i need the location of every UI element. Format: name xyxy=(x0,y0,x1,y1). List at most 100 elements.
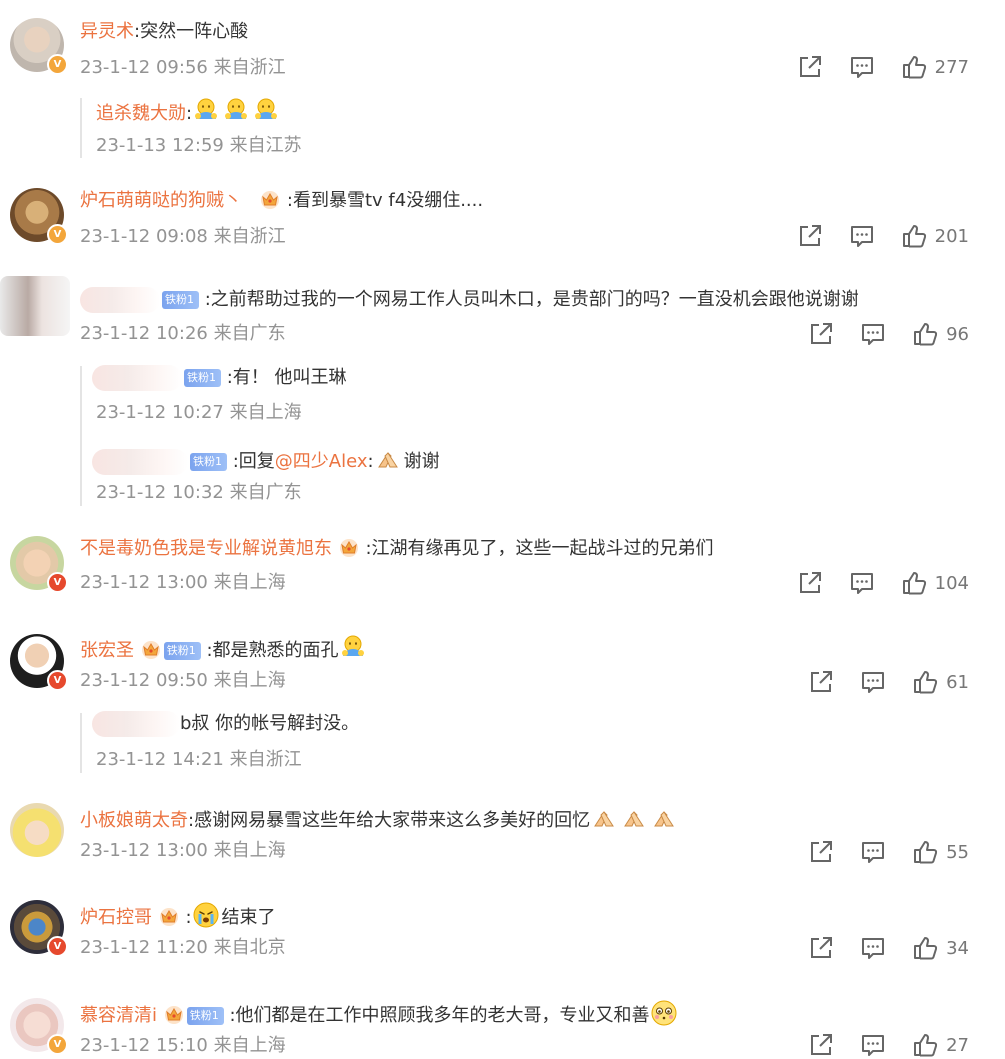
like-count: 61 xyxy=(946,671,969,693)
comment-meta: 23-1-12 11:20 来自北京 xyxy=(80,937,286,958)
like-button[interactable]: 27 xyxy=(912,1032,969,1058)
share-button[interactable] xyxy=(797,54,823,80)
share-button[interactable] xyxy=(797,570,823,596)
shy-emoji-icon xyxy=(650,999,678,1027)
fan-badge: 铁粉1 xyxy=(190,453,227,471)
blurred-username[interactable] xyxy=(92,711,180,737)
like-button[interactable]: 104 xyxy=(901,570,969,596)
verified-badge-icon: V xyxy=(47,670,68,691)
username[interactable]: 不是毒奶色我是专业解说黄旭东 xyxy=(80,538,332,559)
thumbs-up-icon xyxy=(912,839,938,865)
username[interactable]: 张宏圣 xyxy=(80,640,134,661)
reply-divider xyxy=(80,713,82,773)
thumbs-up-icon xyxy=(901,223,927,249)
like-button[interactable]: 61 xyxy=(912,669,969,695)
comment-actions: 277 xyxy=(771,53,969,81)
comment-icon xyxy=(849,54,875,80)
reply-button[interactable] xyxy=(860,321,886,347)
comment-meta: 23-1-12 09:50 来自上海 xyxy=(80,670,286,691)
crying-emoji-icon xyxy=(192,901,220,929)
share-button[interactable] xyxy=(808,935,834,961)
pray-emoji-icon xyxy=(374,445,402,473)
crown-badge-icon xyxy=(163,1004,185,1024)
comment-meta: 23-1-12 09:08 来自浙江 xyxy=(80,226,286,247)
username[interactable]: 炉石萌萌哒的狗贼丶 xyxy=(80,190,242,211)
thumbs-up-icon xyxy=(912,935,938,961)
share-button[interactable] xyxy=(808,321,834,347)
hug-emoji-icon xyxy=(339,634,367,662)
share-icon xyxy=(808,839,834,865)
like-button[interactable]: 34 xyxy=(912,935,969,961)
like-button[interactable]: 277 xyxy=(901,54,969,80)
like-count: 277 xyxy=(934,56,969,78)
avatar[interactable] xyxy=(10,803,64,857)
like-count: 96 xyxy=(946,323,969,345)
share-icon xyxy=(808,935,834,961)
reply-meta: 23-1-12 10:27 来自上海 xyxy=(96,402,302,423)
avatar[interactable] xyxy=(0,276,70,336)
username[interactable]: 追杀魏大勋 xyxy=(96,103,186,124)
comment-icon xyxy=(860,669,886,695)
username[interactable]: 小板娘萌太奇 xyxy=(80,810,188,831)
thumbs-up-icon xyxy=(912,1032,938,1058)
username[interactable]: 慕容清清i xyxy=(80,1005,157,1026)
share-icon xyxy=(797,54,823,80)
like-count: 55 xyxy=(946,841,969,863)
blurred-username[interactable] xyxy=(80,287,160,313)
share-icon xyxy=(808,669,834,695)
blurred-username[interactable] xyxy=(92,365,182,391)
reply-text: 谢谢 xyxy=(403,451,440,472)
share-button[interactable] xyxy=(808,839,834,865)
reply-item: 铁粉1 :回复@四少Alex: 谢谢 xyxy=(92,445,440,475)
share-icon xyxy=(797,570,823,596)
share-button[interactable] xyxy=(808,669,834,695)
verified-badge-icon: V xyxy=(47,1034,68,1055)
comment-meta: 23-1-12 09:56 来自浙江 xyxy=(80,57,286,78)
crown-badge-icon xyxy=(259,189,281,209)
hug-emoji-icon xyxy=(192,97,220,125)
reply-button[interactable] xyxy=(860,1032,886,1058)
comment-text: 他们都是在工作中照顾我多年的老大哥，专业又和善 xyxy=(235,1005,650,1026)
crown-badge-icon xyxy=(338,537,360,557)
mention-link[interactable]: @四少Alex xyxy=(275,451,368,472)
comment-icon xyxy=(860,1032,886,1058)
verified-badge-icon: V xyxy=(47,54,68,75)
comment-text: 江湖有缘再见了，这些一起战斗过的兄弟们 xyxy=(371,538,714,559)
verified-badge-icon: V xyxy=(47,572,68,593)
comment-actions: 96 xyxy=(782,320,969,348)
like-button[interactable]: 96 xyxy=(912,321,969,347)
fan-badge: 铁粉1 xyxy=(184,369,221,387)
comment-actions: 201 xyxy=(771,222,969,250)
share-icon xyxy=(808,321,834,347)
reply-item: 追杀魏大勋: xyxy=(96,97,282,126)
reply-button[interactable] xyxy=(849,54,875,80)
comment-meta: 23-1-12 10:26 来自广东 xyxy=(80,323,286,344)
reply-button[interactable] xyxy=(849,570,875,596)
crown-badge-icon xyxy=(140,639,162,659)
reply-meta: 23-1-12 10:32 来自广东 xyxy=(96,482,302,503)
username[interactable]: 炉石控哥 xyxy=(80,907,152,928)
verified-badge-icon: V xyxy=(47,224,68,245)
fan-badge: 铁粉1 xyxy=(162,291,199,309)
comment-meta: 23-1-12 13:00 来自上海 xyxy=(80,572,286,593)
comment-actions: 104 xyxy=(771,569,969,597)
share-button[interactable] xyxy=(808,1032,834,1058)
share-button[interactable] xyxy=(797,223,823,249)
reply-text: 有！ 他叫王琳 xyxy=(232,367,347,388)
comment-text: 结束了 xyxy=(221,907,276,928)
like-button[interactable]: 55 xyxy=(912,839,969,865)
like-count: 34 xyxy=(946,937,969,959)
fan-badge: 铁粉1 xyxy=(186,1007,224,1025)
comment-icon xyxy=(849,223,875,249)
comment-text: 突然一阵心酸 xyxy=(140,21,249,42)
username[interactable]: 异灵术 xyxy=(80,21,134,42)
comment-meta: 23-1-12 15:10 来自上海 xyxy=(80,1035,286,1056)
comment-text: 感谢网易暴雪这些年给大家带来这么多美好的回忆 xyxy=(194,810,591,831)
reply-button[interactable] xyxy=(860,839,886,865)
reply-button[interactable] xyxy=(860,669,886,695)
reply-button[interactable] xyxy=(849,223,875,249)
like-button[interactable]: 201 xyxy=(901,223,969,249)
blurred-username[interactable] xyxy=(92,449,188,475)
reply-button[interactable] xyxy=(860,935,886,961)
pray-emoji-icon xyxy=(620,804,648,832)
